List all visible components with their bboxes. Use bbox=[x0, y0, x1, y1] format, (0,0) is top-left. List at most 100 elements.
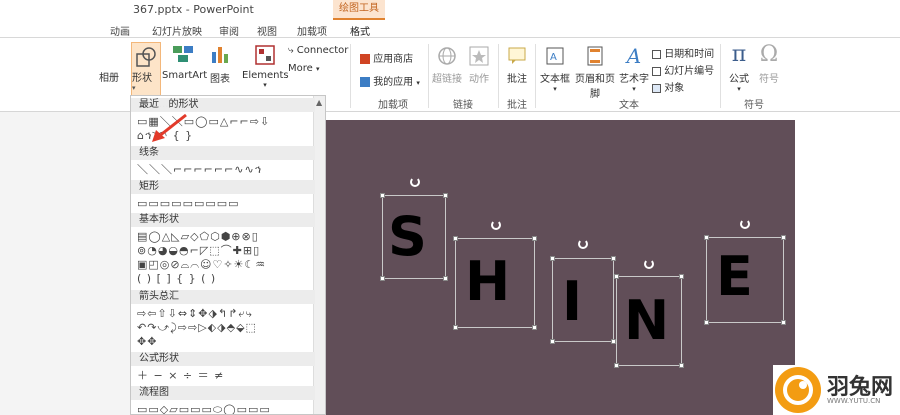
more-button[interactable]: More ▾ bbox=[288, 63, 320, 74]
rotate-handle-icon[interactable] bbox=[644, 259, 654, 269]
tab-review[interactable]: 审阅 bbox=[219, 23, 239, 38]
smartart-label: SmartArt bbox=[162, 70, 208, 81]
shape-row-basic-1[interactable]: ▤◯△◺▱◇⬠⬡⬢⊕⊗▯ bbox=[137, 230, 317, 243]
resize-handle[interactable] bbox=[380, 276, 385, 281]
shape-row-arrows-3[interactable]: ✥✥ bbox=[137, 335, 317, 348]
calendar-icon bbox=[652, 49, 661, 59]
shape-row-lines[interactable]: ＼＼＼⌐⌐⌐⌐⌐⌐∿∿ኅ bbox=[137, 163, 317, 176]
resize-handle[interactable] bbox=[614, 274, 619, 279]
section-recent-label: 最近 bbox=[139, 99, 159, 110]
shape-row-flowchart[interactable]: ▭▭◇▱▭▭▭⬭◯▭▭▭ bbox=[137, 403, 317, 414]
group-label-text: 文本 bbox=[619, 100, 639, 111]
resize-handle[interactable] bbox=[611, 256, 616, 261]
star-action-icon bbox=[469, 46, 489, 66]
shape-row-arrows-1[interactable]: ⇨⇦⇧⇩⇔⇕✥⬗↰↱⤶⤷ bbox=[137, 307, 317, 320]
header-footer-button[interactable]: 页眉和页脚 bbox=[572, 46, 618, 100]
wordart-icon: A bbox=[626, 44, 642, 68]
rotate-handle-icon[interactable] bbox=[740, 219, 750, 229]
resize-handle[interactable] bbox=[532, 325, 537, 330]
section-rectangles: 矩形 bbox=[131, 180, 315, 194]
object-button[interactable]: 对象 bbox=[652, 79, 684, 94]
group-label-symbols: 符号 bbox=[744, 100, 764, 111]
object-label: 对象 bbox=[664, 83, 685, 94]
shape-row-basic-4[interactable]: ( ) [ ] { } ( ) bbox=[137, 272, 317, 285]
equation-button[interactable]: π 公式 ▾ bbox=[726, 42, 752, 94]
resize-handle[interactable] bbox=[532, 236, 537, 241]
app-store-button[interactable]: 应用商店 bbox=[360, 50, 413, 65]
resize-handle[interactable] bbox=[781, 235, 786, 240]
shape-row-equation[interactable]: ＋ − × ÷ ＝ ≠ bbox=[137, 369, 317, 382]
datetime-label: 日期和时间 bbox=[664, 49, 715, 60]
wordart-button[interactable]: A 艺术字 ▾ bbox=[619, 46, 649, 93]
red-pointer-arrow-icon bbox=[152, 113, 187, 142]
resize-handle[interactable] bbox=[550, 339, 555, 344]
header-footer-icon bbox=[587, 46, 603, 66]
resize-handle[interactable] bbox=[380, 193, 385, 198]
elements-button[interactable]: Elements ▾ bbox=[242, 44, 289, 89]
resize-handle[interactable] bbox=[443, 276, 448, 281]
rotate-handle-icon[interactable] bbox=[491, 220, 501, 230]
tab-animation[interactable]: 动画 bbox=[110, 23, 130, 38]
elements-icon bbox=[255, 45, 275, 65]
resize-handle[interactable] bbox=[453, 236, 458, 241]
app-window: { "window": {"title": "367.pptx - PowerP… bbox=[0, 0, 900, 415]
my-apps-button[interactable]: 我的应用 ▾ bbox=[360, 73, 420, 88]
shape-row-rectangles[interactable]: ▭▭▭▭▭▭▭▭▭ bbox=[137, 197, 317, 210]
tab-addins[interactable]: 加载项 bbox=[297, 23, 327, 38]
thumbnail-pane bbox=[0, 112, 130, 415]
svg-text:A: A bbox=[550, 52, 557, 63]
slide-number-button[interactable]: 幻灯片编号 bbox=[652, 62, 714, 77]
section-equation-shapes: 公式形状 bbox=[131, 352, 315, 366]
resize-handle[interactable] bbox=[704, 235, 709, 240]
resize-handle[interactable] bbox=[443, 193, 448, 198]
shape-row-arrows-2[interactable]: ↶↷⤻⤸⇨⇨▷⬖⬗⬘⬙⬚ bbox=[137, 321, 317, 334]
shapes-gallery[interactable]: ▲ 最近...的形状 ▭▦＼＼▭◯▭△⌐⌐⇨⇩ ⌂ኅ◝◠ { } 线条 ＼＼＼⌐… bbox=[130, 95, 326, 415]
letter-h: H bbox=[465, 250, 511, 313]
resize-handle[interactable] bbox=[550, 256, 555, 261]
scroll-up-icon[interactable]: ▲ bbox=[316, 98, 322, 107]
shapes-label: 形状 bbox=[132, 73, 152, 84]
watermark-logo: 羽兔网 WWW.YUTU.CN bbox=[773, 365, 900, 415]
slide-canvas[interactable]: S H I N E bbox=[326, 120, 795, 415]
rotate-handle-icon[interactable] bbox=[410, 177, 420, 187]
shapes-button[interactable]: 形状 ▾ bbox=[131, 42, 161, 96]
tab-view[interactable]: 视图 bbox=[257, 23, 277, 38]
shape-row-basic-2[interactable]: ⊚◔◕◒◓⌐◸⬚⌒✚⊞▯ bbox=[137, 244, 317, 257]
shape-row-basic-3[interactable]: ▣◰◎⊘⌓⌒☺♡✧☀☾♒ bbox=[137, 258, 317, 271]
datetime-button[interactable]: 日期和时间 bbox=[652, 45, 714, 60]
header-footer-label: 页眉和页脚 bbox=[575, 74, 615, 100]
rotate-handle-icon[interactable] bbox=[578, 239, 588, 249]
section-flowchart: 流程图 bbox=[131, 386, 315, 400]
textbox-button[interactable]: A 文本框 ▾ bbox=[539, 46, 571, 93]
comment-button[interactable]: 批注 bbox=[503, 46, 531, 85]
action-label: 动作 bbox=[469, 74, 489, 85]
pi-icon: π bbox=[731, 42, 747, 67]
action-button[interactable]: 动作 bbox=[466, 46, 492, 85]
resize-handle[interactable] bbox=[453, 325, 458, 330]
wordart-label: 艺术字 bbox=[619, 74, 649, 85]
symbol-button[interactable]: Ω 符号 bbox=[756, 44, 782, 86]
apps-icon bbox=[360, 77, 370, 87]
resize-handle[interactable] bbox=[679, 363, 684, 368]
symbol-label: 符号 bbox=[759, 74, 779, 85]
resize-handle[interactable] bbox=[614, 363, 619, 368]
tab-format[interactable]: 格式 bbox=[350, 23, 370, 38]
album-button-label[interactable]: 相册 bbox=[99, 69, 119, 84]
resize-handle[interactable] bbox=[781, 320, 786, 325]
chart-button[interactable]: 图表 bbox=[206, 44, 234, 85]
app-store-label: 应用商店 bbox=[373, 54, 414, 65]
connector-button[interactable]: ⤷ Connector bbox=[288, 45, 348, 56]
connector-label: Connector bbox=[296, 45, 349, 56]
ribbon-tabs: 动画 幻灯片放映 审阅 视图 加载项 格式 bbox=[0, 20, 900, 38]
section-block-arrows: 箭头总汇 bbox=[131, 290, 315, 304]
hyperlink-button[interactable]: 超链接 bbox=[432, 46, 462, 85]
textbox-icon: A bbox=[546, 47, 564, 65]
smartart-button[interactable]: SmartArt bbox=[162, 44, 208, 81]
comment-icon bbox=[508, 47, 526, 64]
resize-handle[interactable] bbox=[704, 320, 709, 325]
resize-handle[interactable] bbox=[611, 339, 616, 344]
chart-label: 图表 bbox=[210, 74, 230, 85]
tab-slideshow[interactable]: 幻灯片放映 bbox=[152, 23, 202, 38]
smartart-icon bbox=[173, 46, 193, 62]
resize-handle[interactable] bbox=[679, 274, 684, 279]
